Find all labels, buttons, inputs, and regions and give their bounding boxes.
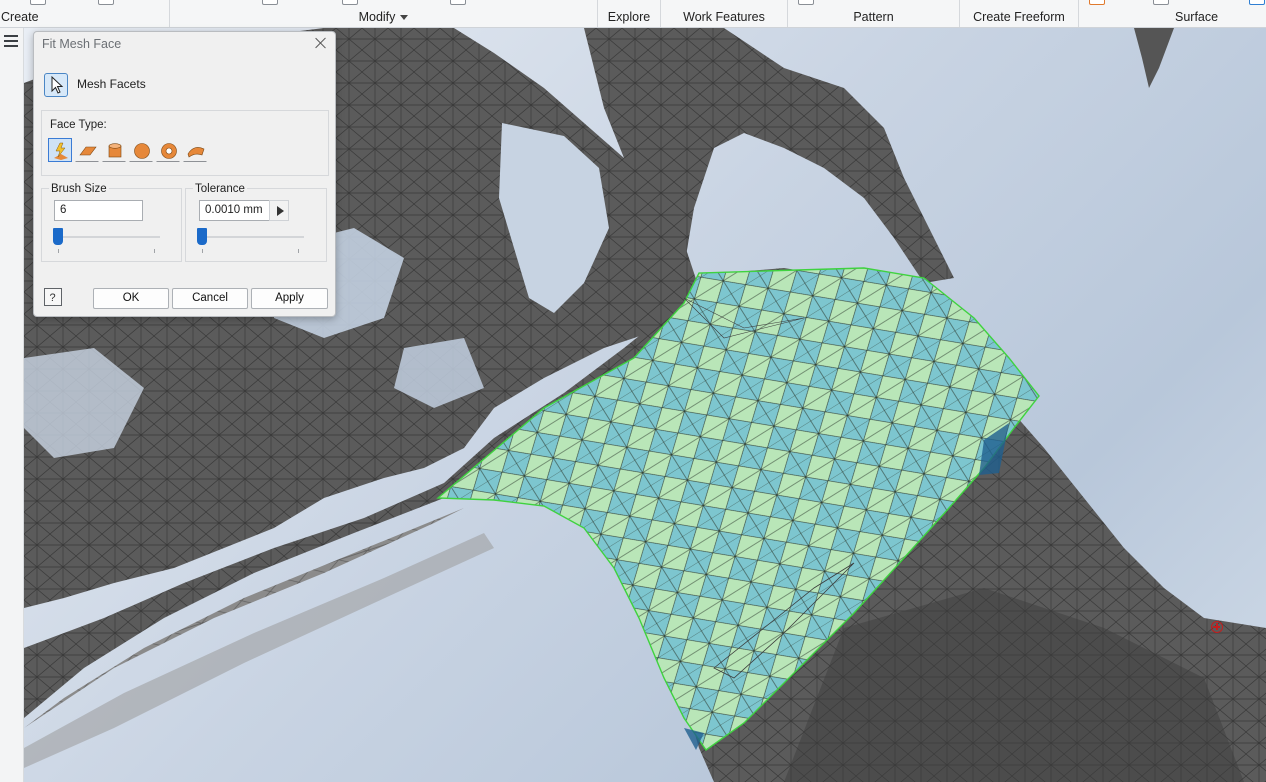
surface-tool-icon: [1249, 0, 1265, 5]
ribbon-group-label: Create: [1, 10, 39, 24]
close-icon[interactable]: [314, 36, 328, 50]
brush-size-input[interactable]: 6: [54, 200, 143, 221]
modify-tool-icon: [342, 0, 358, 5]
brush-size-slider-thumb[interactable]: [53, 228, 63, 245]
chevron-down-icon[interactable]: [400, 15, 409, 21]
ribbon-group-create[interactable]: Create: [0, 0, 170, 27]
ribbon-group-label: Modify: [170, 10, 597, 24]
plane-icon[interactable]: [75, 138, 99, 162]
create-tool-icon: [30, 0, 46, 5]
tolerance-label: Tolerance: [193, 183, 247, 195]
ribbon-group-modify[interactable]: Modify: [170, 0, 598, 27]
help-icon[interactable]: ?: [44, 288, 62, 306]
modify-tool-icon: [262, 0, 278, 5]
play-arrow-icon[interactable]: [269, 200, 289, 221]
dialog-title: Fit Mesh Face: [42, 37, 122, 51]
mesh-facets-select-button[interactable]: [44, 73, 68, 97]
slider-tick: [154, 249, 155, 253]
tolerance-slider[interactable]: [197, 228, 304, 253]
ok-button[interactable]: OK: [93, 288, 169, 309]
cursor-arrow-icon: [51, 75, 64, 94]
brush-size-group: Brush Size 6: [41, 183, 182, 262]
modify-label: Modify: [358, 10, 396, 24]
ribbon-group-create-freeform[interactable]: Create Freeform: [960, 0, 1079, 27]
apply-button[interactable]: Apply: [251, 288, 328, 309]
automatic-icon[interactable]: [48, 138, 72, 162]
create-tool-icon: [98, 0, 114, 5]
pivot-point-icon[interactable]: [1211, 621, 1223, 633]
ribbon-group-label: Create Freeform: [973, 10, 1065, 24]
ribbon-group-label: Explore: [607, 10, 651, 24]
slider-tick: [202, 249, 203, 253]
torus-icon[interactable]: [156, 138, 180, 162]
brush-size-label: Brush Size: [49, 183, 109, 195]
ribbon-group-label: Pattern: [853, 10, 894, 24]
slider-tick: [58, 249, 59, 253]
mesh-facets-label: Mesh Facets: [77, 77, 146, 91]
tolerance-group: Tolerance 0.0010 mm: [185, 183, 327, 262]
face-type-label: Face Type:: [50, 119, 107, 131]
modify-tool-icon: [450, 0, 466, 5]
pattern-tool-icon: [798, 0, 814, 5]
cancel-button[interactable]: Cancel: [172, 288, 248, 309]
ribbon-group-label: Work Features: [683, 10, 765, 24]
cylinder-icon[interactable]: [102, 138, 126, 162]
freeform-icon[interactable]: [183, 138, 207, 162]
ribbon-group-explore[interactable]: Explore: [598, 0, 661, 27]
browser-strip: [0, 28, 24, 782]
ribbon-panel: Create Modify Explore Work Features Patt…: [0, 0, 1266, 28]
svg-text:?: ?: [50, 292, 56, 304]
hamburger-menu-icon[interactable]: [3, 32, 19, 48]
slider-tick: [298, 249, 299, 253]
ribbon-group-surface[interactable]: Surface: [1079, 0, 1266, 27]
tolerance-input[interactable]: 0.0010 mm: [199, 200, 274, 221]
surface-tool-icon: [1153, 0, 1169, 5]
surface-tool-icon: [1089, 0, 1105, 5]
face-type-group: Face Type:: [41, 110, 329, 176]
brush-size-slider[interactable]: [53, 228, 160, 253]
ribbon-group-pattern[interactable]: Pattern: [788, 0, 960, 27]
sphere-icon[interactable]: [129, 138, 153, 162]
tolerance-slider-thumb[interactable]: [197, 228, 207, 245]
ribbon-group-work-features[interactable]: Work Features: [661, 0, 788, 27]
fit-mesh-face-dialog: Fit Mesh Face Mesh Facets Face Type: Bru…: [33, 31, 336, 317]
ribbon-group-label: Surface: [1175, 10, 1219, 24]
